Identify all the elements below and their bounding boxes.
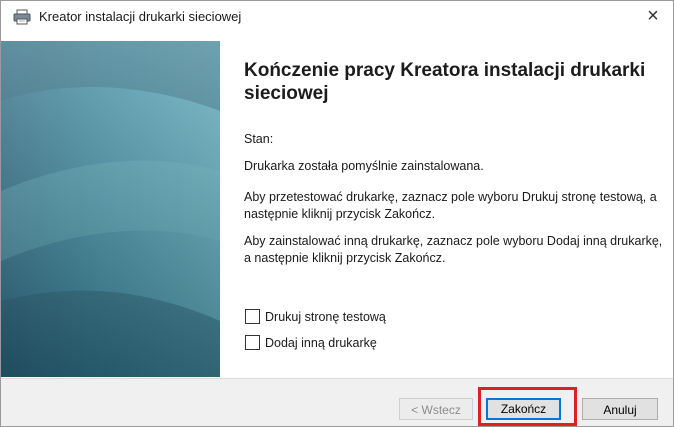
checkbox-box[interactable] bbox=[245, 309, 260, 324]
wizard-sidebar-banner bbox=[1, 41, 220, 377]
printer-icon bbox=[13, 9, 31, 25]
test-page-instructions: Aby przetestować drukarkę, zaznacz pole … bbox=[244, 190, 657, 221]
title-bar: Kreator instalacji drukarki sieciowej × bbox=[1, 1, 673, 33]
wizard-window: Kreator instalacji drukarki sieciowej × … bbox=[0, 0, 674, 427]
cancel-button[interactable]: Anuluj bbox=[582, 398, 658, 420]
close-icon[interactable]: × bbox=[633, 1, 673, 33]
finish-button[interactable]: Zakończ bbox=[486, 398, 561, 420]
add-printer-instructions: Aby zainstalować inną drukarkę, zaznacz … bbox=[244, 234, 663, 265]
status-text: Drukarka została pomyślnie zainstalowana… bbox=[244, 159, 484, 173]
button-bar bbox=[1, 378, 673, 426]
checkbox-label[interactable]: Drukuj stronę testową bbox=[265, 310, 386, 324]
wizard-content: Kończenie pracy Kreatora instalacji druk… bbox=[244, 59, 664, 277]
add-another-printer-checkbox[interactable]: Dodaj inną drukarkę bbox=[245, 335, 377, 350]
back-button[interactable]: < Wstecz bbox=[399, 398, 473, 420]
status-label: Stan: bbox=[244, 132, 274, 146]
checkbox-label[interactable]: Dodaj inną drukarkę bbox=[265, 336, 377, 350]
window-title: Kreator instalacji drukarki sieciowej bbox=[39, 9, 242, 24]
page-title: Kończenie pracy Kreatora instalacji druk… bbox=[244, 60, 646, 104]
print-test-page-checkbox[interactable]: Drukuj stronę testową bbox=[245, 309, 386, 324]
checkbox-box[interactable] bbox=[245, 335, 260, 350]
